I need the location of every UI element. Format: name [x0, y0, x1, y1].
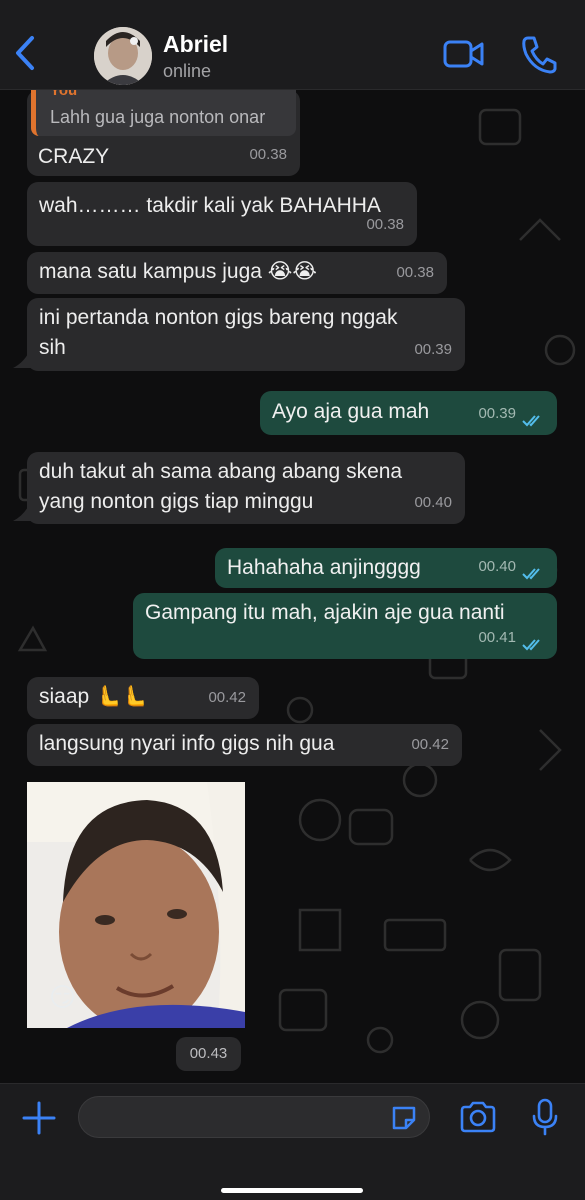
message-text-line: duh takut ah sama abang abang skena [39, 460, 403, 483]
image-time-badge: 00.43 [176, 1037, 241, 1071]
message-text: CRAZY [38, 145, 110, 168]
image-message[interactable]: 😏 [27, 782, 245, 1028]
message-text: mana satu kampus juga 😭😭 [39, 260, 317, 283]
microphone-button[interactable] [530, 1098, 560, 1141]
message-text-line: sih [39, 336, 66, 359]
avatar[interactable] [94, 27, 152, 85]
message-text-line: yang nonton gigs tiap minggu [39, 490, 314, 513]
contact-status: online [163, 61, 212, 81]
message-input[interactable] [95, 1103, 385, 1133]
sticker-icon [392, 1106, 416, 1130]
attach-button[interactable] [21, 1100, 57, 1141]
message-time: 00.40 [478, 558, 516, 575]
microphone-icon [532, 1098, 558, 1136]
read-ticks-icon [522, 568, 540, 580]
chat-header: Abriel online [0, 0, 585, 90]
message-bubble-incoming[interactable]: langsung nyari info gigs nih gua 00.42 [27, 724, 462, 766]
quoted-text: Lahh gua juga nonton onar [50, 107, 266, 127]
message-time: 00.40 [414, 494, 452, 511]
bubble-tail [13, 348, 31, 368]
back-button[interactable] [8, 30, 42, 76]
message-text-line: ini pertanda nonton gigs bareng nggak [39, 306, 398, 329]
message-bubble-incoming[interactable]: siaap 🫷🫷 00.42 [27, 677, 259, 719]
message-time: 00.42 [411, 736, 449, 753]
message-bubble-outgoing[interactable]: Gampang itu mah, ajakin aje gua nanti 00… [133, 593, 557, 659]
message-time: 00.39 [478, 405, 516, 422]
camera-button[interactable] [459, 1100, 497, 1139]
phone-icon [522, 36, 557, 74]
bubble-tail [13, 501, 31, 521]
message-time: 00.38 [249, 146, 287, 163]
plus-icon [22, 1101, 56, 1135]
message-bubble-incoming[interactable]: ini pertanda nonton gigs bareng nggak si… [27, 298, 465, 371]
message-composer [0, 1083, 585, 1200]
message-bubble-outgoing[interactable]: Hahahaha anjingggg 00.40 [215, 548, 557, 588]
voice-call-button[interactable] [520, 34, 558, 79]
camera-icon [460, 1101, 496, 1133]
quoted-reply[interactable]: You Lahh gua juga nonton onar [31, 90, 296, 136]
home-indicator [221, 1188, 363, 1193]
chevron-left-icon [16, 36, 34, 70]
message-time: 00.38 [366, 216, 404, 233]
video-call-icon [443, 40, 484, 68]
message-bubble-incoming[interactable]: mana satu kampus juga 😭😭 00.38 [27, 252, 447, 294]
message-text: langsung nyari info gigs nih gua [39, 732, 335, 755]
message-time: 00.38 [396, 264, 434, 281]
message-bubble-incoming[interactable]: You Lahh gua juga nonton onar CRAZY 00.3… [27, 90, 300, 176]
message-list[interactable]: You Lahh gua juga nonton onar CRAZY 00.3… [0, 90, 585, 1083]
photo-overlay-emoji: 😏 [49, 982, 77, 1012]
video-call-button[interactable] [443, 34, 485, 79]
message-bubble-incoming[interactable]: duh takut ah sama abang abang skena yang… [27, 452, 465, 524]
contact-name[interactable]: Abriel [163, 31, 228, 58]
read-ticks-icon [522, 639, 540, 651]
sticker-button[interactable] [389, 1103, 419, 1138]
message-time: 00.41 [478, 629, 516, 646]
message-bubble-incoming[interactable]: wah……… takdir kali yak BAHAHHA 00.38 [27, 182, 417, 246]
message-text: wah……… takdir kali yak BAHAHHA [39, 194, 381, 217]
message-bubble-outgoing[interactable]: Ayo aja gua mah 00.39 [260, 391, 557, 435]
read-ticks-icon [522, 415, 540, 427]
message-time: 00.42 [208, 689, 246, 706]
message-time: 00.39 [414, 341, 452, 358]
message-input-container[interactable] [78, 1096, 430, 1138]
